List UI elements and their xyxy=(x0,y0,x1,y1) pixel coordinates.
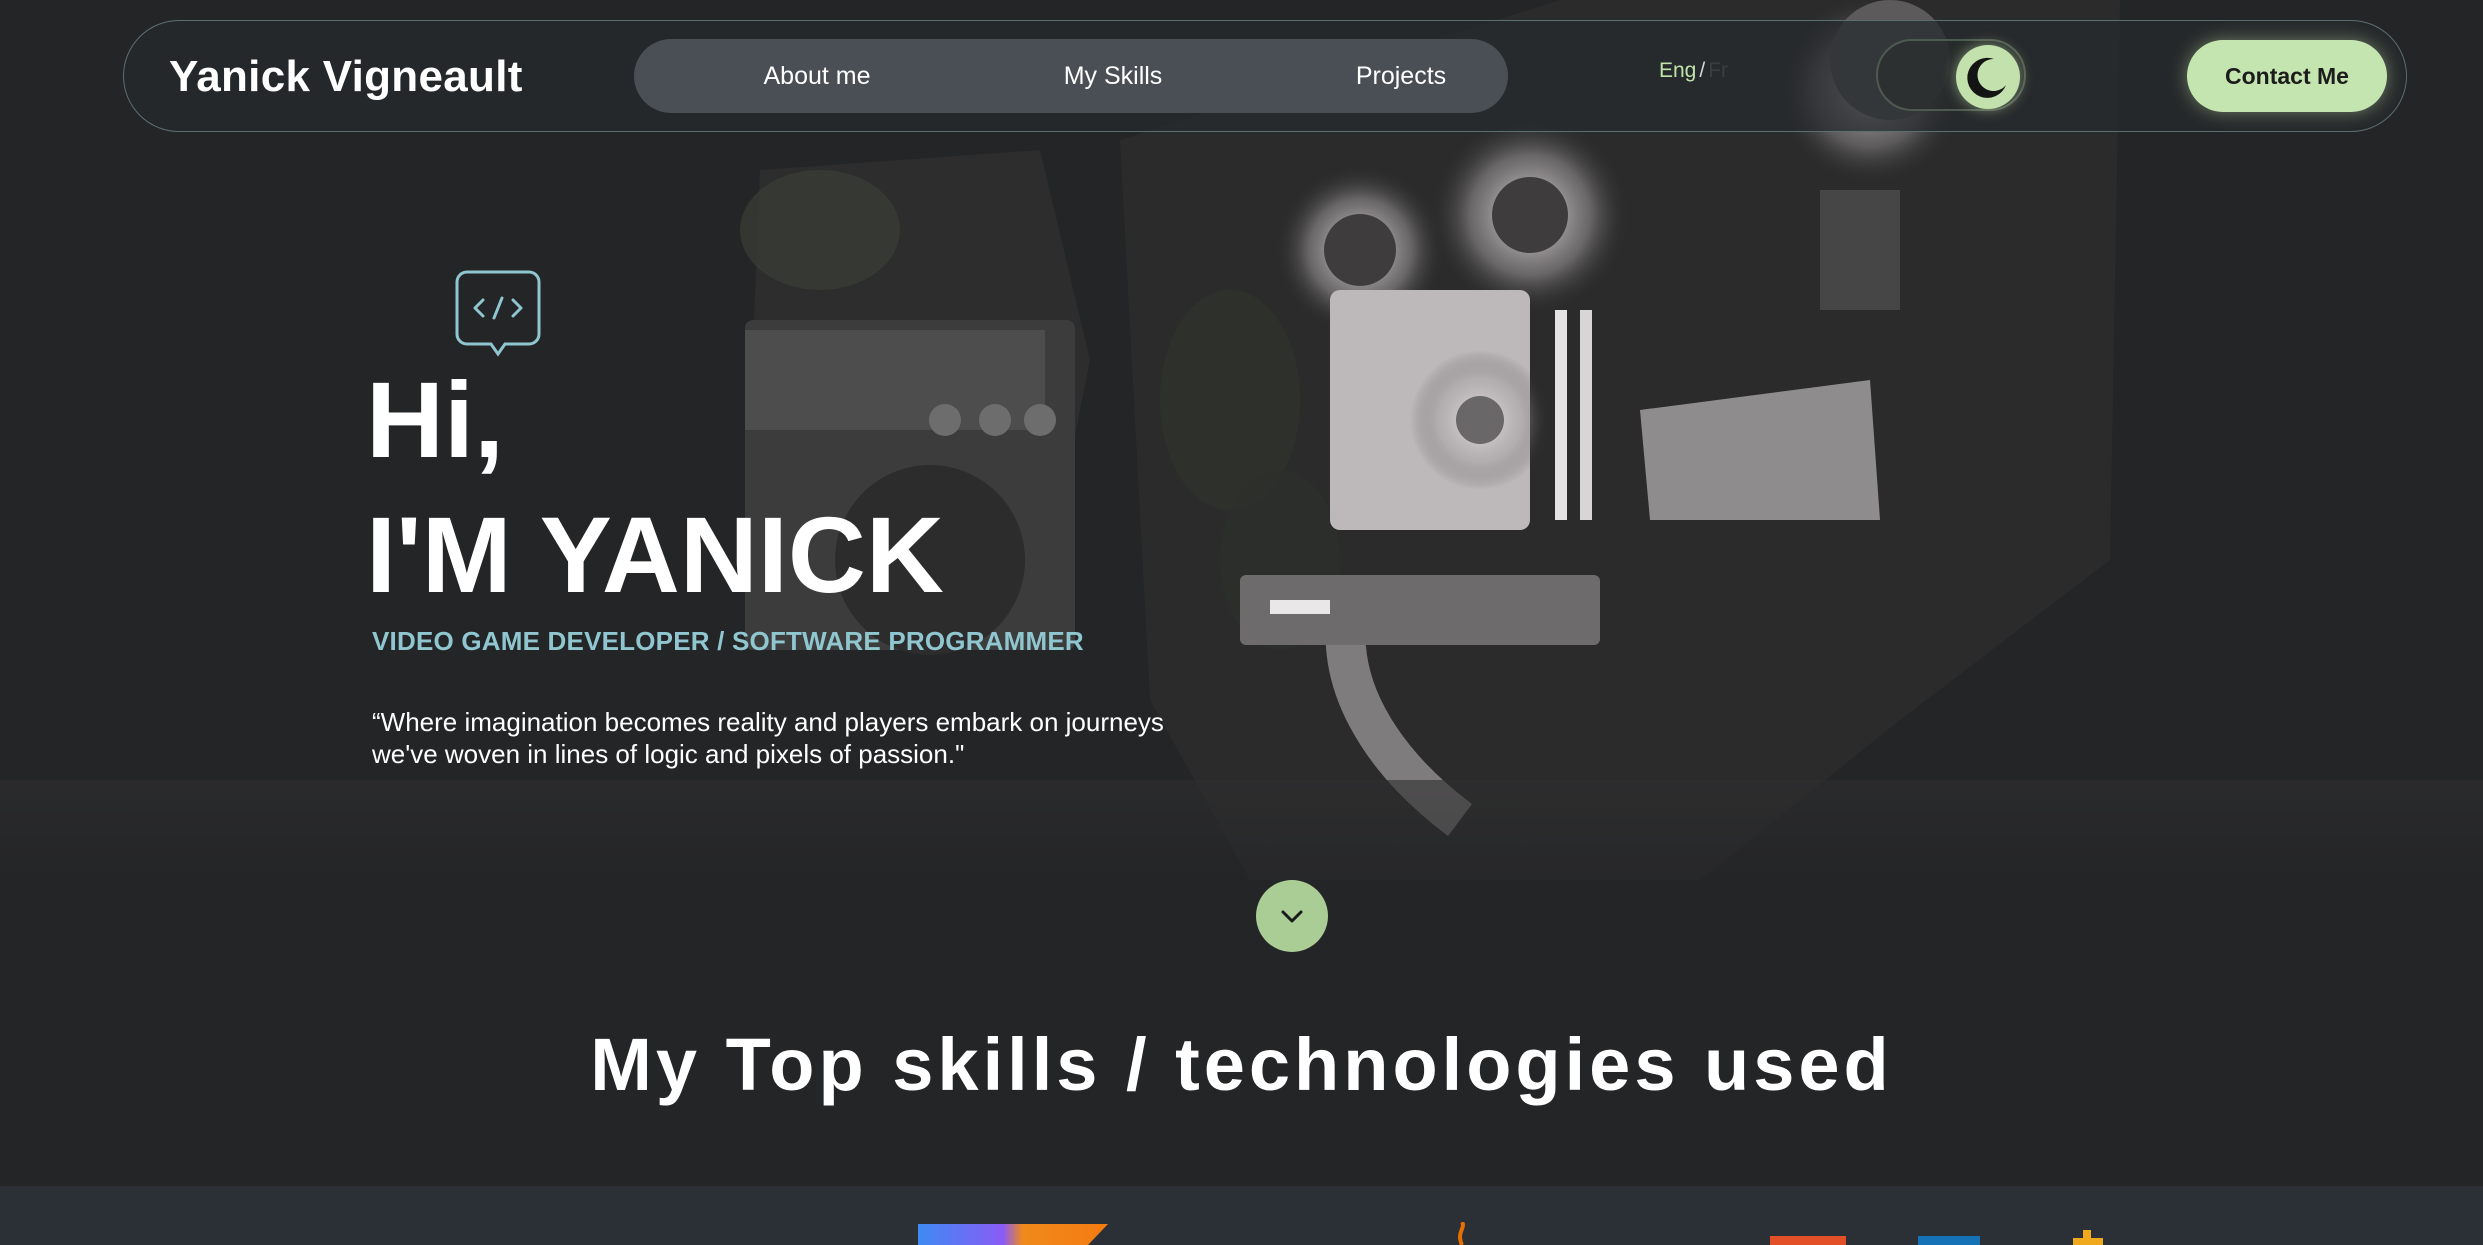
language-switcher: Eng / Fr xyxy=(1659,59,1728,83)
html-logo xyxy=(1770,1236,1846,1245)
theme-toggle[interactable] xyxy=(1876,39,2026,111)
contact-me-button[interactable]: Contact Me xyxy=(2187,40,2387,112)
js-logo xyxy=(2073,1230,2103,1245)
code-bubble-icon xyxy=(455,270,541,363)
hero-quote-line-2: we've woven in lines of logic and pixels… xyxy=(372,739,965,769)
nav-link-about-me[interactable]: About me xyxy=(707,39,927,113)
hero-greeting: Hi, xyxy=(366,359,505,480)
nav-link-projects[interactable]: Projects xyxy=(1291,39,1511,113)
hero-quote-line-1: “Where imagination becomes reality and p… xyxy=(372,707,1164,737)
lang-option-eng[interactable]: Eng xyxy=(1659,59,1696,82)
hero-role: VIDEO GAME DEVELOPER / SOFTWARE PROGRAMM… xyxy=(372,626,1084,656)
hero-name: I'M YANICK xyxy=(366,494,944,615)
skills-logo-strip xyxy=(0,1186,2483,1245)
navbar: Yanick Vigneault About me My Skills Proj… xyxy=(123,20,2407,132)
theme-toggle-knob xyxy=(1956,45,2020,109)
kotlin-logo xyxy=(918,1224,1108,1245)
skills-section-title: My Top skills / technologies used xyxy=(590,1023,1893,1106)
brand-name[interactable]: Yanick Vigneault xyxy=(169,21,523,133)
lang-separator: / xyxy=(1699,59,1706,82)
moon-icon xyxy=(1967,57,2006,98)
java-logo xyxy=(1458,1222,1465,1245)
chevron-down-icon xyxy=(1281,910,1303,923)
nav-link-my-skills[interactable]: My Skills xyxy=(1003,39,1223,113)
lang-option-fr[interactable]: Fr xyxy=(1708,59,1728,82)
nav-menu: About me My Skills Projects xyxy=(634,39,1508,113)
hero-quote: “Where imagination becomes reality and p… xyxy=(372,706,1252,770)
scroll-down-button[interactable] xyxy=(1256,880,1328,952)
css-logo xyxy=(1918,1236,1980,1245)
